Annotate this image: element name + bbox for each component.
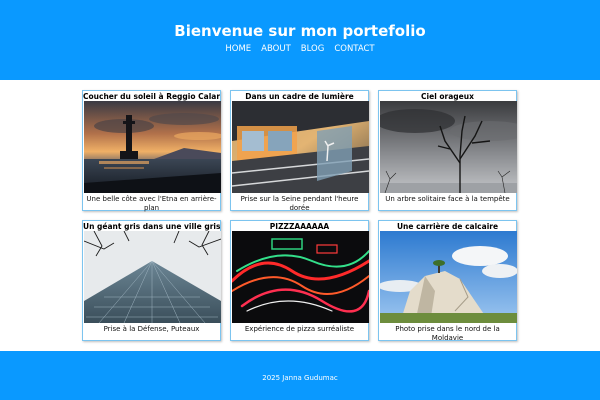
gallery-card[interactable]: Ciel orageux Un arbre solitaire face à l… xyxy=(378,90,517,211)
nav-contact-link[interactable]: CONTACT xyxy=(334,44,374,54)
skyscraper-branches-photo xyxy=(84,231,221,323)
card-caption: Photo prise dans le nord de la Moldavie xyxy=(395,325,500,342)
nav-home-link[interactable]: HOME xyxy=(225,44,251,54)
nav-about-link[interactable]: ABOUT xyxy=(261,44,291,54)
card-caption: Une belle côte avec l'Etna en arrière-pl… xyxy=(86,195,217,212)
main-nav: HOME ABOUT BLOG CONTACT xyxy=(0,44,600,54)
nav-blog-link[interactable]: BLOG xyxy=(301,44,325,54)
card-title: PIZZZAAAAAA xyxy=(269,222,330,231)
glass-building-reflection-photo xyxy=(232,101,369,193)
card-title: Un géant gris dans une ville grise xyxy=(83,222,220,231)
card-caption: Prise sur la Seine pendant l'heure dorée xyxy=(240,195,359,212)
neon-light-trails-photo xyxy=(232,231,369,323)
card-title: Dans un cadre de lumière xyxy=(245,92,354,101)
photo-gallery: Coucher du soleil à Reggio Calaria Une b… xyxy=(0,80,600,351)
site-header: Bienvenue sur mon portefolio HOME ABOUT … xyxy=(0,0,600,80)
card-caption: Prise à la Défense, Puteaux xyxy=(103,325,200,333)
copyright-text: 2025 Janna Gudumac xyxy=(262,374,338,382)
gallery-card[interactable]: PIZZZAAAAAA Expérience de pizza surréali… xyxy=(230,220,369,341)
limestone-quarry-photo xyxy=(380,231,517,323)
site-footer: 2025 Janna Gudumac xyxy=(0,351,600,400)
card-caption: Un arbre solitaire face à la tempête xyxy=(385,195,510,203)
card-title: Ciel orageux xyxy=(421,92,474,101)
card-title: Coucher du soleil à Reggio Calaria xyxy=(83,92,220,101)
site-title: Bienvenue sur mon portefolio xyxy=(174,22,426,40)
sunset-coast-photo xyxy=(84,101,221,193)
card-caption: Expérience de pizza surréaliste xyxy=(244,325,355,333)
card-title: Une carrière de calcaire xyxy=(396,222,499,231)
gallery-card[interactable]: Coucher du soleil à Reggio Calaria Une b… xyxy=(82,90,221,212)
stormy-sky-tree-photo xyxy=(380,101,517,193)
gallery-card[interactable]: Une carrière de calcaire Photo prise dan… xyxy=(378,220,517,342)
gallery-card[interactable]: Dans un cadre de lumière Prise sur la Se… xyxy=(230,90,369,212)
gallery-card[interactable]: Un géant gris dans une ville grise Prise… xyxy=(82,220,221,341)
